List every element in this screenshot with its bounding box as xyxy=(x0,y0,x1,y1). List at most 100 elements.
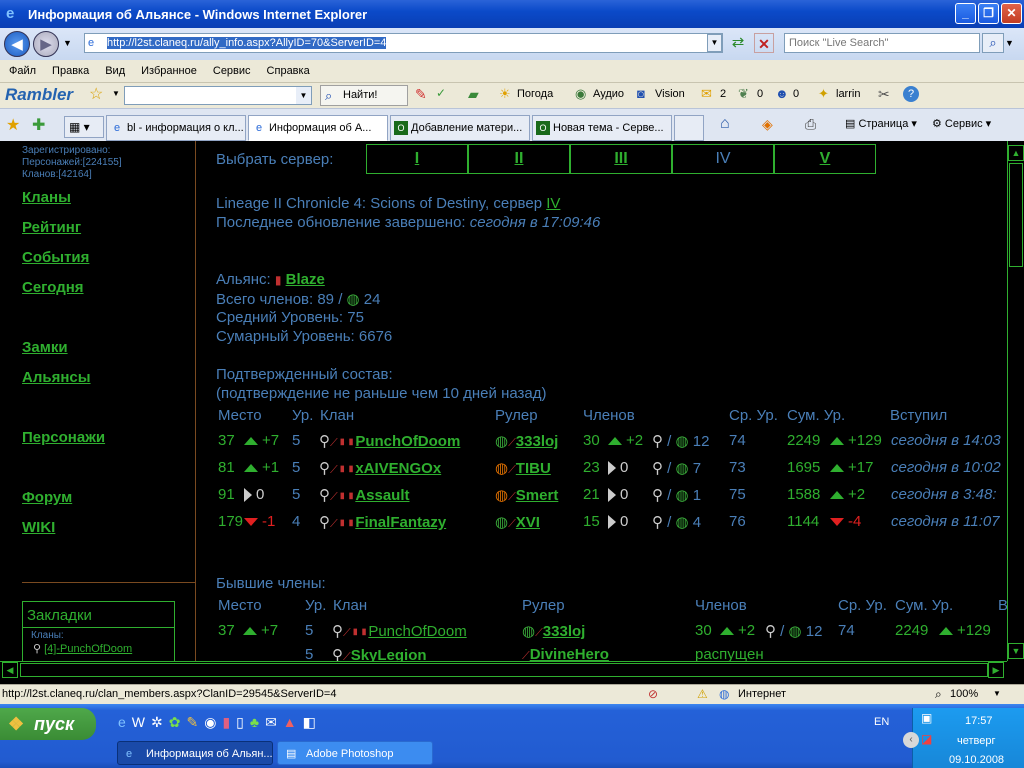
scroll-down-button[interactable]: ▼ xyxy=(1008,643,1024,659)
ruler-cell[interactable]: ◍⟋333loj xyxy=(495,432,558,450)
add-favorites-icon[interactable]: ✚ xyxy=(32,115,45,135)
search-options[interactable]: ▼ xyxy=(1005,38,1014,48)
misc-icon[interactable]: ◧ xyxy=(303,714,322,730)
ruler-cell[interactable]: ◍⟋Smert xyxy=(495,486,558,504)
rambler-search-dropdown[interactable]: ▼ xyxy=(296,87,311,104)
browser-icon[interactable]: ◉ xyxy=(204,714,222,730)
tray-expand-icon[interactable]: ‹ xyxy=(903,732,919,748)
former-clan-cell[interactable]: ⚲⟋▮▮PunchOfDoom xyxy=(332,622,467,640)
clan-cell[interactable]: ⚲⟋▮▮Assault xyxy=(319,486,410,504)
help-icon[interactable]: ? xyxy=(903,86,919,102)
back-button[interactable]: ◀ xyxy=(4,31,30,57)
clan-cell[interactable]: ⚲⟋▮▮FinalFantazy xyxy=(319,513,446,531)
former-ruler-cell[interactable]: ⟋DivineHero xyxy=(522,646,609,661)
nav-events[interactable]: События xyxy=(22,249,89,266)
server-link-3[interactable]: III xyxy=(570,144,672,174)
audio-link[interactable]: Аудио xyxy=(593,88,624,100)
horizontal-scrollbar[interactable]: ◀ ▶ xyxy=(0,661,1007,678)
clock-time[interactable]: 17:57 xyxy=(965,715,993,727)
vision-link[interactable]: Vision xyxy=(655,88,685,100)
quick-tabs-button[interactable]: ▦ ▾ xyxy=(64,116,104,138)
start-button[interactable]: ❖ пуск xyxy=(0,708,96,740)
scroll-up-button[interactable]: ▲ xyxy=(1008,145,1024,161)
protected-mode-icon[interactable]: ⚠ xyxy=(697,687,708,701)
nav-rating[interactable]: Рейтинг xyxy=(22,219,81,236)
nav-clans[interactable]: Кланы xyxy=(22,189,71,206)
search-icon[interactable]: ⌕ xyxy=(982,33,1004,53)
former-clan-cell[interactable]: ⚲⟋SkyLegion xyxy=(332,646,427,661)
server-link-2[interactable]: II xyxy=(468,144,570,174)
tools-icon[interactable]: ✂ xyxy=(878,86,890,103)
scroll-left-button[interactable]: ◀ xyxy=(2,662,18,678)
vertical-scrollbar[interactable]: ▲ ▼ xyxy=(1007,141,1024,661)
ruler-cell[interactable]: ◍⟋TIBU xyxy=(495,459,551,477)
nav-castles[interactable]: Замки xyxy=(22,339,68,356)
search-input[interactable]: Поиск "Live Search" xyxy=(784,33,980,53)
media-icon[interactable]: ▯ xyxy=(236,714,250,730)
find-button[interactable]: ⌕ Найти! xyxy=(320,85,408,106)
star-dropdown[interactable]: ▼ xyxy=(112,89,120,98)
nav-wiki[interactable]: WIKI xyxy=(22,519,55,536)
menu-tools[interactable]: Сервис xyxy=(213,65,251,77)
server-link[interactable]: IV xyxy=(546,195,560,212)
spellcheck-icon[interactable]: ✓ xyxy=(436,86,446,100)
feeds-icon[interactable]: ◈ xyxy=(762,116,773,133)
leaf-count[interactable]: 0 xyxy=(757,88,763,100)
tab-alliance-info[interactable]: e Информация об А... xyxy=(248,115,388,141)
app-icon[interactable]: ✲ xyxy=(151,714,169,730)
minimize-button[interactable]: _ xyxy=(955,3,976,24)
former-ruler-cell[interactable]: ◍⟋333loj xyxy=(522,622,585,640)
server-link-1[interactable]: I xyxy=(366,144,468,174)
favorites-icon[interactable]: ★ xyxy=(6,115,20,135)
new-tab-button[interactable] xyxy=(674,115,704,141)
clan-cell[interactable]: ⚲⟋▮▮PunchOfDoom xyxy=(319,432,460,450)
taskbar-btn-photoshop[interactable]: ▤ Adobe Photoshop xyxy=(277,741,433,765)
mail-count[interactable]: 2 xyxy=(720,88,726,100)
scroll-right-button[interactable]: ▶ xyxy=(988,662,1004,678)
menu-favorites[interactable]: Избранное xyxy=(141,65,197,77)
nav-alliances[interactable]: Альянсы xyxy=(22,369,91,386)
privacy-icon[interactable]: ⊘ xyxy=(648,687,658,701)
nav-today[interactable]: Сегодня xyxy=(22,279,84,296)
home-icon[interactable]: ⌂ xyxy=(720,115,730,133)
zoom-level[interactable]: 100% xyxy=(950,688,978,700)
ruler-cell[interactable]: ◍⟋XVI xyxy=(495,513,540,531)
zoom-dropdown[interactable]: ▼ xyxy=(993,689,1001,698)
menu-file[interactable]: Файл xyxy=(9,65,36,77)
history-dropdown[interactable]: ▼ xyxy=(63,38,72,48)
taskbar-btn-ie[interactable]: e Информация об Альян... xyxy=(117,741,273,765)
address-input[interactable]: e http://l2st.claneq.ru/ally_info.aspx?A… xyxy=(84,33,723,53)
quick-launch[interactable]: eW✲✿✎◉▮▯♣✉▲◧ xyxy=(118,714,322,731)
star-icon[interactable]: ☆ xyxy=(89,84,103,104)
indesign-icon[interactable]: ▮ xyxy=(222,714,236,730)
page-menu[interactable]: ▤ Страница ▾ xyxy=(845,117,917,130)
close-button[interactable]: ✕ xyxy=(1001,3,1022,24)
tab-clan-info[interactable]: e bl - информация о кл... xyxy=(106,115,246,141)
alliance-name-link[interactable]: Blaze xyxy=(286,271,325,288)
user-name[interactable]: larrin xyxy=(836,88,860,100)
nav-forum[interactable]: Форум xyxy=(22,489,72,506)
forward-button[interactable]: ▶ xyxy=(33,31,59,57)
menu-view[interactable]: Вид xyxy=(105,65,125,77)
stop-icon[interactable]: ✕ xyxy=(754,33,774,53)
weather-link[interactable]: Погода xyxy=(517,88,553,100)
bookmark-item[interactable]: ⚲ [4]-PunchOfDoom xyxy=(23,641,174,655)
tree-icon[interactable]: ♣ xyxy=(250,714,265,730)
rambler-search-input[interactable]: ▼ xyxy=(124,86,312,105)
ie-quicklaunch-icon[interactable]: e xyxy=(118,714,132,730)
nav-characters[interactable]: Персонажи xyxy=(22,429,105,446)
network-icon[interactable]: ▣ xyxy=(921,711,932,725)
pencil-icon[interactable]: ✎ xyxy=(415,86,427,103)
service-menu[interactable]: ⚙ Сервис ▾ xyxy=(932,117,991,130)
highlight-icon[interactable]: ▰ xyxy=(468,86,479,103)
tab-add-material[interactable]: O Добавление матери... xyxy=(390,115,530,141)
pencil-app-icon[interactable]: ✎ xyxy=(186,714,204,730)
mail-app-icon[interactable]: ✉ xyxy=(265,714,283,730)
menu-edit[interactable]: Правка xyxy=(52,65,89,77)
icq-icon[interactable]: ✿ xyxy=(169,714,187,730)
address-dropdown[interactable]: ▼ xyxy=(707,34,722,52)
scroll-thumb[interactable] xyxy=(1009,163,1023,267)
clan-cell[interactable]: ⚲⟋▮▮xAIVENGOx xyxy=(319,459,441,477)
server-link-5[interactable]: V xyxy=(774,144,876,174)
tab-new-topic[interactable]: O Новая тема - Серве... xyxy=(532,115,672,141)
